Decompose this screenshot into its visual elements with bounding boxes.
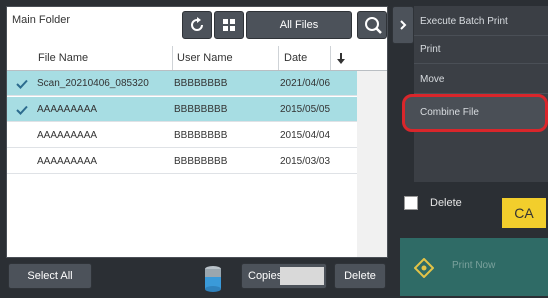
delete-checkbox[interactable] bbox=[404, 196, 418, 210]
chevron-right-icon bbox=[400, 20, 407, 30]
table-row[interactable]: AAAAAAAAA BBBBBBBB 2015/05/05 bbox=[7, 97, 357, 122]
toner-icon bbox=[203, 265, 223, 298]
thumbnail-view-button[interactable] bbox=[214, 11, 244, 39]
collapse-menu-button[interactable] bbox=[392, 6, 414, 44]
menu-move[interactable]: Move bbox=[414, 66, 548, 94]
delete-checkbox-label: Delete bbox=[430, 197, 462, 209]
user-name-cell: BBBBBBBB bbox=[174, 130, 228, 141]
copies-input[interactable] bbox=[280, 267, 324, 285]
file-name-cell: AAAAAAAAA bbox=[37, 130, 98, 141]
grid-icon bbox=[223, 19, 235, 31]
date-cell: 2021/04/06 bbox=[280, 78, 331, 89]
scrollbar[interactable] bbox=[357, 71, 387, 257]
table-row[interactable]: AAAAAAAAA BBBBBBBB 2015/03/03 bbox=[7, 149, 357, 174]
panel-bottom-border bbox=[7, 257, 387, 258]
user-name-cell: BBBBBBBB bbox=[174, 104, 228, 115]
delete-button[interactable]: Delete bbox=[334, 263, 386, 289]
folder-title: Main Folder bbox=[12, 14, 71, 26]
date-cell: 2015/05/05 bbox=[280, 104, 331, 115]
user-name-cell: BBBBBBBB bbox=[174, 156, 228, 167]
column-divider bbox=[330, 46, 331, 70]
column-header-date[interactable]: Date bbox=[284, 46, 307, 70]
column-header-user-name[interactable]: User Name bbox=[177, 46, 233, 70]
ca-button[interactable]: CA bbox=[502, 198, 546, 228]
copies-label: Copies bbox=[248, 270, 283, 282]
column-divider bbox=[278, 46, 279, 70]
start-label: Print Now bbox=[452, 260, 496, 271]
column-divider bbox=[172, 46, 173, 70]
refresh-icon bbox=[191, 17, 203, 31]
menu-combine-file[interactable]: Combine File bbox=[414, 98, 548, 126]
refresh-button[interactable] bbox=[182, 11, 212, 39]
file-name-cell: AAAAAAAAA bbox=[37, 156, 98, 167]
sort-arrow-icon[interactable] bbox=[336, 52, 346, 70]
table-row[interactable]: Scan_20210406_085320 BBBBBBBB 2021/04/06 bbox=[7, 71, 357, 96]
column-header-file-name[interactable]: File Name bbox=[38, 46, 88, 70]
date-cell: 2015/03/03 bbox=[280, 156, 331, 167]
file-name-cell: AAAAAAAAA bbox=[37, 104, 98, 115]
copies-button[interactable]: Copies bbox=[241, 263, 327, 289]
menu-execute-batch-print[interactable]: Execute Batch Print bbox=[414, 8, 548, 36]
file-name-cell: Scan_20210406_085320 bbox=[37, 78, 149, 89]
table-row[interactable]: AAAAAAAAA BBBBBBBB 2015/04/04 bbox=[7, 123, 357, 148]
all-files-button[interactable]: All Files bbox=[246, 11, 352, 39]
start-diamond-icon bbox=[413, 257, 435, 283]
date-cell: 2015/04/04 bbox=[280, 130, 331, 141]
search-icon bbox=[365, 17, 382, 34]
search-button[interactable] bbox=[357, 11, 387, 39]
user-name-cell: BBBBBBBB bbox=[174, 78, 228, 89]
check-icon bbox=[16, 71, 28, 96]
check-icon bbox=[16, 97, 28, 122]
select-all-button[interactable]: Select All bbox=[8, 263, 92, 289]
menu-print[interactable]: Print bbox=[414, 36, 548, 64]
